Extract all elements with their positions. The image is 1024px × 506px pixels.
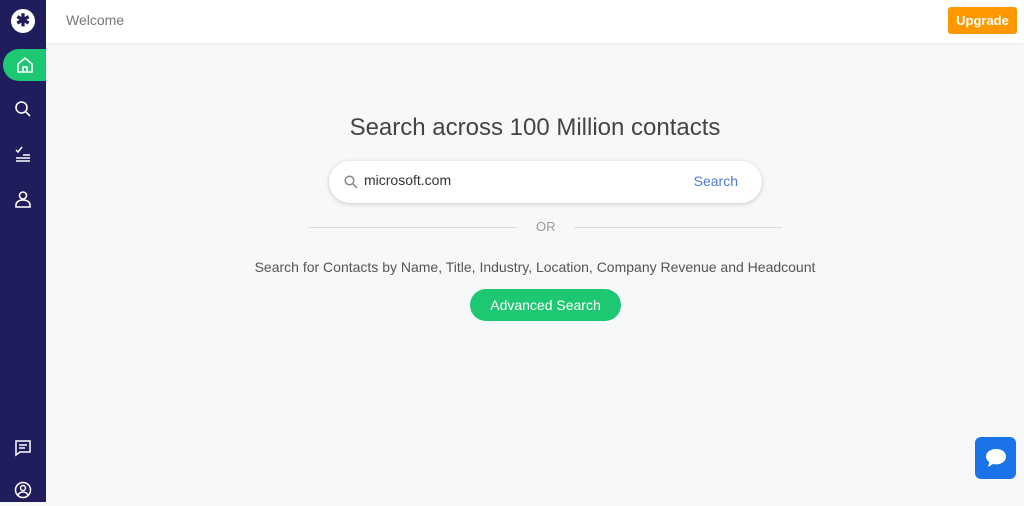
sidebar-item-account[interactable]	[0, 474, 46, 506]
search-icon	[15, 101, 31, 117]
search-icon	[344, 175, 358, 189]
sidebar: ✱	[0, 0, 46, 502]
search-input[interactable]	[364, 172, 664, 188]
sidebar-item-feedback[interactable]	[0, 432, 46, 464]
advanced-search-button[interactable]: Advanced Search	[470, 289, 621, 321]
search-box: Search	[329, 161, 762, 203]
sidebar-item-contacts[interactable]	[0, 183, 46, 215]
home-icon	[16, 56, 33, 73]
upgrade-button[interactable]: Upgrade	[948, 7, 1017, 34]
hero-title: Search across 100 Million contacts	[349, 114, 721, 141]
header: Welcome Upgrade	[46, 0, 1024, 43]
chat-widget-button[interactable]	[975, 437, 1016, 479]
description: Search for Contacts by Name, Title, Indu…	[254, 259, 816, 275]
divider	[309, 227, 517, 228]
page-title: Welcome	[66, 12, 125, 28]
chat-icon	[15, 440, 31, 457]
tasks-icon	[15, 146, 30, 162]
search-button[interactable]: Search	[694, 173, 738, 189]
or-label: OR	[536, 219, 556, 234]
user-icon	[15, 191, 31, 208]
account-icon	[14, 481, 32, 499]
divider	[574, 227, 782, 228]
chat-bubble-icon	[985, 449, 1006, 467]
logo[interactable]: ✱	[11, 9, 35, 33]
sidebar-item-home[interactable]	[3, 49, 46, 81]
sidebar-item-tasks[interactable]	[0, 138, 46, 170]
sidebar-item-search[interactable]	[0, 93, 46, 125]
